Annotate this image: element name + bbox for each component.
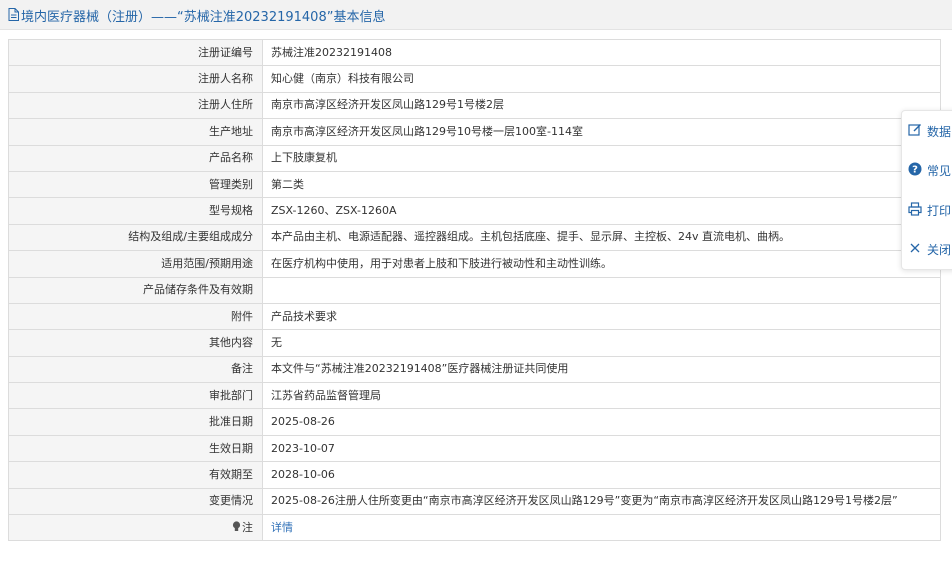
page-title: 境内医疗器械（注册）——“苏械注准20232191408”基本信息 [21,10,386,25]
table-row: 附件 产品技术要求 [8,302,941,331]
table-row: 批准日期 2025-08-26 [8,408,941,436]
table-row: 生产地址 南京市高淳区经济开发区凤山路129号10号楼一层100室-114室 [8,118,941,146]
field-value: 本文件与“苏械注准20232191408”医疗器械注册证共同使用 [262,355,941,384]
field-label: 备注 [8,355,263,384]
field-value: 南京市高淳区经济开发区凤山路129号1号楼2层 [262,91,941,120]
field-label: 变更情况 [8,487,263,516]
help-icon: ? [908,162,922,176]
table-row: 产品储存条件及有效期 [8,276,941,304]
table-row: 变更情况 2025-08-26注册人住所变更由“南京市高淳区经济开发区凤山路129… [8,487,941,516]
field-label: 生效日期 [8,434,263,463]
field-label: 注册人住所 [8,91,263,120]
field-label: 产品储存条件及有效期 [8,276,263,304]
svg-text:?: ? [912,165,918,176]
table-row: 备注 本文件与“苏械注准20232191408”医疗器械注册证共同使用 [8,355,941,384]
field-value: 苏械注准20232191408 [262,38,941,67]
table-row: 适用范围/预期用途 在医疗机构中使用，用于对患者上肢和下肢进行被动性和主动性训练。 [8,250,941,278]
field-value: 2025-08-26注册人住所变更由“南京市高淳区经济开发区凤山路129号”变更… [262,487,941,516]
field-value: 江苏省药品监督管理局 [262,382,941,410]
note-row: 注 详情 [8,514,941,542]
lightbulb-icon [232,521,241,531]
close-icon [910,243,920,253]
table-row: 管理类别 第二类 [8,170,941,199]
field-label: 附件 [8,302,263,331]
field-value [262,276,941,304]
page-header: 境内医疗器械（注册）——“苏械注准20232191408”基本信息 [0,0,952,30]
note-label-text: 注 [242,520,253,534]
field-label: 结构及组成/主要组成成分 [8,223,263,252]
document-icon [8,8,19,21]
field-value: 知心健（南京）科技有限公司 [262,65,941,93]
field-label: 注册人名称 [8,65,263,93]
field-value: 本产品由主机、电源适配器、遥控器组成。主机包括底座、提手、显示屏、主控板、24v… [262,223,941,252]
note-value: 详情 [262,514,941,542]
table-row: 产品名称 上下肢康复机 [8,144,941,172]
side-action-panel: 数据 ? 常见 打印 关闭 [901,110,952,270]
table-row: 注册人名称 知心健（南京）科技有限公司 [8,65,941,93]
print-icon [908,202,922,216]
edit-icon [908,124,921,136]
field-value: 无 [262,329,941,357]
table-row: 生效日期 2023-10-07 [8,434,941,463]
field-label: 管理类别 [8,170,263,199]
field-label: 生产地址 [8,118,263,146]
table-row: 型号规格 ZSX-1260、ZSX-1260A [8,197,941,225]
table-row: 注册证编号 苏械注准20232191408 [8,38,941,67]
field-label: 适用范围/预期用途 [8,250,263,278]
field-value: 在医疗机构中使用，用于对患者上肢和下肢进行被动性和主动性训练。 [262,250,941,278]
field-label: 审批部门 [8,382,263,410]
field-value: 2023-10-07 [262,434,941,463]
field-value: 南京市高淳区经济开发区凤山路129号10号楼一层100室-114室 [262,118,941,146]
registration-info-table: 注册证编号 苏械注准20232191408 注册人名称 知心健（南京）科技有限公司 注册… [8,38,941,542]
field-value: 2028-10-06 [262,461,941,489]
field-value: 2025-08-26 [262,408,941,436]
field-label: 有效期至 [8,461,263,489]
field-label: 注册证编号 [8,38,263,67]
field-value: ZSX-1260、ZSX-1260A [262,197,941,225]
field-value: 产品技术要求 [262,302,941,331]
table-row: 结构及组成/主要组成成分 本产品由主机、电源适配器、遥控器组成。主机包括底座、提手… [8,223,941,252]
field-label: 其他内容 [8,329,263,357]
note-label: 注 [8,514,263,542]
table-row: 其他内容无 [8,329,941,357]
field-label: 型号规格 [8,197,263,225]
table-row: 有效期至 2028-10-06 [8,461,941,489]
table-row: 注册人住所 南京市高淳区经济开发区凤山路129号1号楼2层 [8,91,941,120]
details-link[interactable]: 详情 [271,521,293,534]
field-label: 产品名称 [8,144,263,172]
field-label: 批准日期 [8,408,263,436]
field-value: 第二类 [262,170,941,199]
table-row: 审批部门 江苏省药品监督管理局 [8,382,941,410]
field-value: 上下肢康复机 [262,144,941,172]
